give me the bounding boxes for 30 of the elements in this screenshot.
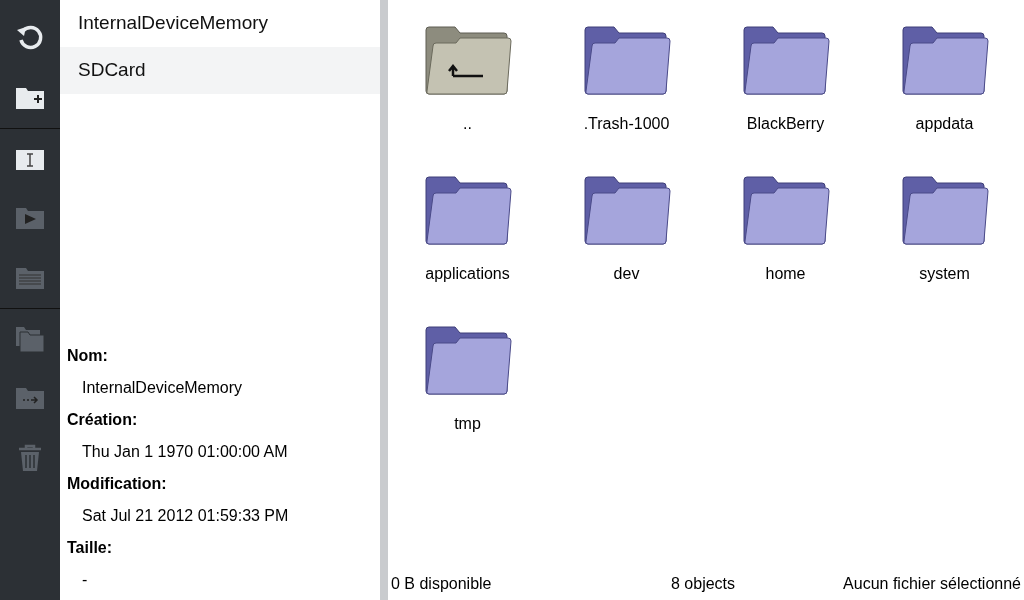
folder-icon (740, 24, 831, 96)
folder-icon (740, 174, 831, 246)
detail-label: Taille: (67, 538, 114, 558)
free-space-text: 0 B disponible (391, 574, 493, 594)
detail-value: Sat Jul 21 2012 01:59:33 PM (81, 506, 290, 526)
folder-icon (422, 174, 513, 246)
folder-icon (581, 174, 672, 246)
detail-label: Création: (67, 410, 139, 430)
detail-value: InternalDeviceMemory (81, 378, 244, 398)
folder-icon (899, 174, 990, 246)
folder-name[interactable]: system (919, 262, 970, 286)
folder-name[interactable]: .. (463, 112, 472, 136)
folder-icon (422, 324, 513, 396)
detail-value: - (81, 570, 89, 590)
folder-name[interactable]: applications (425, 262, 510, 286)
folder-icon (581, 24, 672, 96)
folder-name[interactable]: BlackBerry (746, 112, 825, 136)
object-count: 8 objects (671, 574, 737, 594)
detail-label: Modification: (67, 474, 168, 494)
detail-label: Nom: (67, 346, 109, 366)
folder-name[interactable]: dev (613, 262, 640, 286)
folder-name[interactable]: .Trash-1000 (583, 112, 670, 136)
folder-icon (899, 24, 990, 96)
folder-name[interactable]: appdata (915, 112, 974, 136)
folder-name[interactable]: tmp (454, 412, 481, 436)
detail-value: Thu Jan 1 1970 01:00:00 AM (81, 442, 289, 462)
parent-folder-icon (422, 24, 513, 96)
folder-name[interactable]: home (765, 262, 806, 286)
location-item[interactable]: SDCard (60, 47, 380, 94)
selection-status: Aucun fichier sélectionné (843, 574, 1021, 594)
